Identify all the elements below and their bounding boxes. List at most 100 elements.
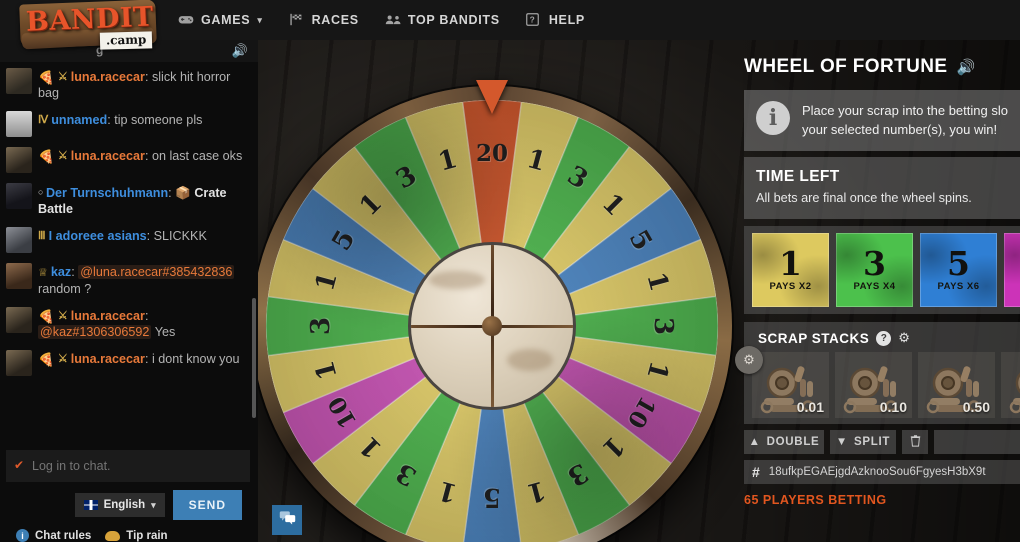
- avatar[interactable]: [6, 263, 32, 289]
- chat-username[interactable]: unnamed: [51, 113, 107, 127]
- betting-panel: WHEEL OF FORTUNE 🔊 i Place your scrap in…: [735, 40, 1020, 542]
- clear-bets-button[interactable]: [902, 430, 928, 454]
- nav-label-top-bandits: TOP BANDITS: [407, 13, 500, 27]
- bet-tile-10[interactable]: 10PAYS X8: [1004, 233, 1020, 307]
- avatar[interactable]: [6, 111, 32, 137]
- chat-username[interactable]: Der Turnschuhmann: [46, 186, 168, 200]
- bet-tile-number: 5: [947, 244, 970, 283]
- bet-tile-payout: PAYS X6: [937, 281, 980, 292]
- chat-username[interactable]: I adoreee asians: [49, 229, 147, 243]
- trash-icon: [910, 434, 921, 450]
- nav-item-races[interactable]: RACES: [289, 13, 359, 27]
- language-selector[interactable]: English ▾: [74, 493, 165, 517]
- scrap-stack-more[interactable]: [1001, 352, 1020, 418]
- emoji-badge-icon: 🍕: [38, 309, 58, 324]
- rank-icon: Ⅳ: [38, 114, 52, 126]
- chat-message-text: SLICKKK: [153, 229, 207, 243]
- bet-tile-1[interactable]: 1 PAYS X2: [752, 233, 829, 307]
- avatar[interactable]: [6, 68, 32, 94]
- bet-tile-3[interactable]: 3 PAYS X4: [836, 233, 913, 307]
- bet-tiles-row: 1PAYS X23PAYS X45PAYS X610PAYS X8: [744, 226, 1020, 314]
- chat-mention[interactable]: @kaz#1306306592: [38, 325, 152, 339]
- chat-message-body: 🍕 ⚔ luna.racecar: @kaz#1306306592 Yes: [38, 307, 248, 340]
- double-label: DOUBLE: [766, 436, 820, 448]
- chat-message: ○ Der Turnschuhmann: 📦 Crate Battle: [6, 183, 248, 217]
- speaker-icon[interactable]: 🔊: [956, 58, 975, 76]
- avatar[interactable]: [6, 147, 32, 173]
- chat-message: ♕ kaz: @luna.racecar#385432836 random ?: [6, 263, 248, 297]
- wheel-area: 20 1 3 1 5 1 3 1 10 1 3 1 5 1 3 1 10 1 3 1 5 1 3 1: [252, 40, 740, 542]
- chat-message-list[interactable]: 🍕 ⚔ luna.racecar: slick hit horror bag Ⅳ …: [0, 62, 258, 450]
- emoji-badge-icon: 🍕: [38, 149, 58, 164]
- send-button[interactable]: SEND: [172, 490, 242, 520]
- chat-message-body: 🍕 ⚔ luna.racecar: i dont know you: [38, 350, 248, 367]
- players-betting-count: 65 PLAYERS BETTING: [744, 493, 887, 507]
- chat-username[interactable]: luna.racecar: [71, 70, 145, 84]
- scrap-stack-0.01[interactable]: 0.01: [752, 352, 829, 418]
- scrap-stack-value: 0.01: [796, 399, 824, 415]
- avatar[interactable]: [6, 350, 32, 376]
- scrap-stack-0.10[interactable]: 0.10: [835, 352, 912, 418]
- chevron-up-icon: ▲: [748, 436, 761, 448]
- fortune-wheel[interactable]: 20 1 3 1 5 1 3 1 10 1 3 1 5 1 3 1 10 1 3 1 5 1 3 1: [252, 80, 732, 542]
- chat-footer: i Chat rules Tip rain: [6, 520, 250, 542]
- chat-colon: :: [144, 352, 152, 366]
- chat-message-body: ○ Der Turnschuhmann: 📦 Crate Battle: [38, 183, 248, 217]
- tip-rain-link[interactable]: Tip rain: [105, 529, 168, 542]
- scrap-stack-value: 0.10: [879, 399, 907, 415]
- chat-message-body: 🍕 ⚔ luna.racecar: on last case oks: [38, 147, 248, 164]
- question-icon: ?: [525, 13, 542, 27]
- chat-scrollbar[interactable]: [252, 298, 256, 418]
- chat-rules-link[interactable]: i Chat rules: [16, 529, 91, 542]
- scrap-stacks-title: SCRAP STACKS: [758, 330, 870, 346]
- gear-icon[interactable]: ⚙: [898, 330, 910, 346]
- chat-username[interactable]: kaz: [51, 265, 71, 279]
- info-icon: i: [16, 529, 29, 542]
- speaker-icon[interactable]: 🔊: [232, 43, 248, 59]
- nav-label-games: GAMES: [201, 13, 251, 27]
- question-icon[interactable]: ?: [876, 330, 892, 346]
- chat-actions: English ▾ SEND: [6, 482, 250, 520]
- double-button[interactable]: ▲ DOUBLE: [744, 430, 824, 454]
- chat-toggle-button[interactable]: [272, 505, 302, 535]
- nav-item-top-bandits[interactable]: TOP BANDITS: [385, 13, 500, 27]
- hash-icon: #: [752, 464, 760, 480]
- time-left-title: TIME LEFT: [756, 168, 840, 185]
- chat-message: 🍕 ⚔ luna.racecar: on last case oks: [6, 147, 248, 173]
- bet-tile-5[interactable]: 5 PAYS X6: [920, 233, 997, 307]
- avatar[interactable]: [6, 307, 32, 333]
- chat-message: Ⅲ I adoreee asians: SLICKKK: [6, 227, 248, 253]
- rank-icon: ○: [38, 187, 46, 197]
- chevron-down-icon: ▾: [257, 14, 263, 25]
- avatar[interactable]: [6, 227, 32, 253]
- chat-input[interactable]: [6, 450, 250, 482]
- wheel-face: 20 1 3 1 5 1 3 1 10 1 3 1 5 1 3 1 10 1 3 1 5 1 3 1: [266, 100, 718, 542]
- round-hash-bar[interactable]: # 18ufkpEGAEjgdAzknooSou6FgyesH3bX9t: [744, 460, 1020, 484]
- split-button[interactable]: ▼ SPLIT: [830, 430, 896, 454]
- chat-mention[interactable]: @luna.racecar#385432836: [78, 265, 235, 279]
- chat-message-text: i dont know you: [151, 352, 240, 366]
- rank-icon: ⚔: [57, 150, 71, 162]
- chat-username[interactable]: luna.racecar: [71, 149, 145, 163]
- gamepad-icon: [178, 13, 194, 27]
- flag-icon: [289, 13, 305, 27]
- info-text: Place your scrap into the betting slot y…: [802, 101, 1008, 139]
- nav-label-races: RACES: [311, 13, 359, 27]
- tip-rain-label: Tip rain: [126, 529, 168, 542]
- chat-colon: :: [146, 229, 154, 243]
- nav-item-games[interactable]: GAMES ▾: [178, 13, 263, 27]
- info-icon: i: [756, 101, 790, 135]
- chat-colon: :: [144, 70, 152, 84]
- chat-input-area: ✔ English ▾ SEND i Chat rules Tip rain: [0, 450, 258, 542]
- avatar[interactable]: [6, 183, 32, 209]
- chat-username[interactable]: luna.racecar: [71, 352, 145, 366]
- scrap-stack-0.50[interactable]: 0.50: [918, 352, 995, 418]
- site-logo[interactable]: BANDIT .camp: [8, 0, 166, 58]
- nav-items: GAMES ▾ RACES TOP BANDITS ? HELP: [178, 13, 585, 27]
- chat-username[interactable]: luna.racecar: [71, 309, 145, 323]
- bet-tile-payout: PAYS X2: [769, 281, 812, 292]
- info-card: i Place your scrap into the betting slot…: [744, 90, 1020, 151]
- scrap-settings-gear-icon[interactable]: ⚙: [735, 346, 763, 374]
- wheel-pointer: [476, 80, 508, 114]
- nav-item-help[interactable]: ? HELP: [525, 13, 585, 27]
